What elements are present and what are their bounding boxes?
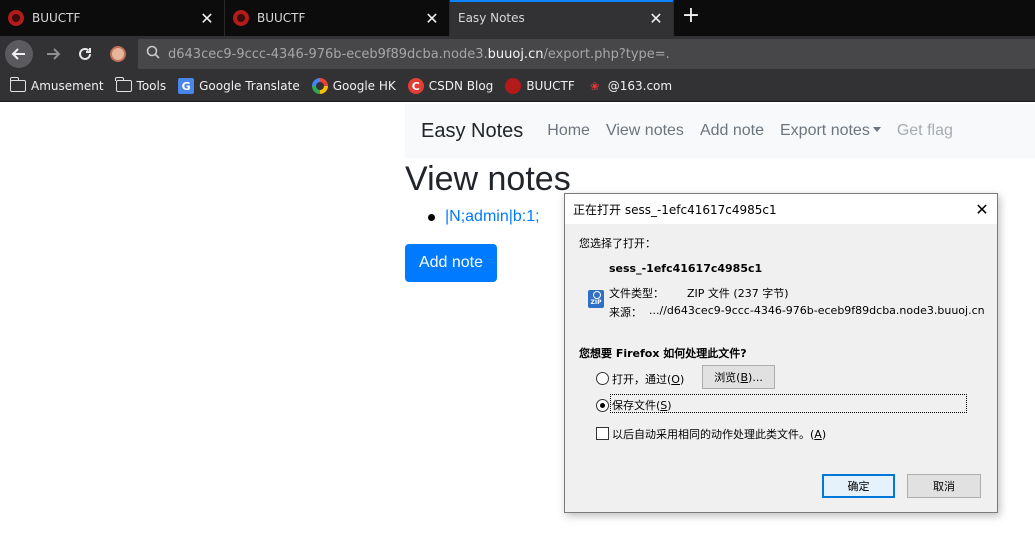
url-bar[interactable]: d643cec9-9ccc-4346-976b-eceb9f89dcba.nod… [138, 39, 1035, 69]
ok-button[interactable]: 确定 [822, 474, 895, 498]
download-dialog: 正在打开 sess_-1efc41617c4985c1 ✕ 您选择了打开： ZI… [564, 193, 998, 513]
google-icon [311, 78, 328, 94]
file-type-label: 文件类型： [609, 287, 664, 300]
bookmark-google-translate[interactable]: G Google Translate [178, 78, 300, 94]
cancel-button[interactable]: 取消 [907, 474, 981, 498]
url-text: d643cec9-9ccc-4346-976b-eceb9f89dcba.nod… [168, 46, 670, 62]
tab-title: Easy Notes [458, 11, 525, 25]
file-name: sess_-1efc41617c4985c1 [609, 262, 763, 275]
netease-icon: ❀ [590, 79, 600, 93]
auto-action-checkbox[interactable] [596, 427, 609, 440]
source-label: 来源： [609, 306, 642, 319]
tab-buuctf-2[interactable]: BUUCTF ✕ [225, 0, 450, 36]
browser-toolbar: d643cec9-9ccc-4346-976b-eceb9f89dcba.nod… [0, 36, 1035, 71]
nav-get-flag[interactable]: Get flag [897, 122, 953, 140]
bookmark-buuctf[interactable]: BUUCTF [505, 78, 575, 94]
add-note-button[interactable]: Add note [405, 244, 497, 282]
tab-close-icon[interactable]: ✕ [196, 9, 218, 28]
back-arrow-icon[interactable] [5, 40, 33, 68]
bookmark-amusement[interactable]: Amusement [9, 77, 104, 94]
reload-icon[interactable] [71, 40, 99, 68]
nav-home[interactable]: Home [547, 122, 590, 140]
page-title: View notes [405, 160, 571, 198]
bullet-icon [428, 213, 435, 221]
tab-strip: BUUCTF ✕ BUUCTF ✕ Easy Notes ✕ + [0, 0, 1035, 36]
tab-buuctf-1[interactable]: BUUCTF ✕ [0, 0, 225, 36]
site-brand[interactable]: Easy Notes [421, 120, 523, 143]
buuctf-favicon-icon [233, 10, 249, 26]
site-navbar: Easy Notes Home View notes Add note Expo… [405, 104, 1035, 158]
tab-close-icon[interactable]: ✕ [645, 9, 667, 28]
bookmarks-bar: Amusement Tools G Google Translate Googl… [0, 71, 1035, 102]
tab-title: BUUCTF [257, 11, 306, 25]
folder-icon [9, 77, 26, 94]
forward-arrow-icon[interactable] [39, 40, 67, 68]
new-tab-icon[interactable]: + [678, 4, 704, 30]
save-file-label[interactable]: 保存文件(S) [612, 397, 672, 413]
csdn-icon: C [407, 78, 424, 94]
browse-button[interactable]: 浏览(B)... [702, 365, 775, 389]
list-item[interactable]: |N;admin|b:1; [428, 208, 540, 226]
bookmark-csdn-blog[interactable]: C CSDN Blog [407, 78, 493, 94]
extension-icon[interactable] [104, 40, 132, 68]
dialog-body: 您选择了打开： ZIP sess_-1efc41617c4985c1 文件类型：… [565, 224, 997, 512]
open-with-radio[interactable] [596, 372, 609, 385]
dialog-titlebar: 正在打开 sess_-1efc41617c4985c1 ✕ [565, 194, 997, 224]
close-icon[interactable]: ✕ [967, 200, 997, 219]
bookmark-google-hk[interactable]: Google HK [311, 78, 396, 94]
nav-view-notes[interactable]: View notes [606, 122, 684, 140]
bookmark-163[interactable]: ❀ @163.com [587, 78, 672, 94]
tab-easy-notes[interactable]: Easy Notes ✕ [450, 0, 674, 36]
dialog-title: 正在打开 sess_-1efc41617c4985c1 [573, 202, 777, 217]
bookmark-tools[interactable]: Tools [115, 77, 166, 94]
buuctf-icon [505, 78, 522, 94]
folder-icon [115, 77, 132, 94]
tab-title: BUUCTF [32, 11, 81, 25]
google-translate-icon: G [178, 78, 195, 94]
nav-add-note[interactable]: Add note [700, 122, 764, 140]
zip-file-icon: ZIP [588, 290, 604, 308]
you-chose-label: 您选择了打开： [579, 237, 656, 250]
file-type-value: ZIP 文件 (237 字节) [687, 287, 789, 300]
handle-question: 您想要 Firefox 如何处理此文件? [579, 347, 747, 360]
save-file-radio[interactable] [596, 399, 609, 412]
search-icon [138, 45, 168, 63]
source-value: ...//d643cec9-9ccc-4346-976b-eceb9f89dcb… [649, 304, 985, 317]
auto-action-label[interactable]: 以后自动采用相同的动作处理此类文件。(A) [612, 426, 826, 442]
caret-down-icon [872, 127, 881, 132]
notes-list: |N;admin|b:1; [428, 208, 540, 226]
nav-export-notes-dropdown[interactable]: Export notes [780, 122, 881, 140]
note-link[interactable]: |N;admin|b:1; [445, 208, 540, 226]
tab-close-icon[interactable]: ✕ [421, 9, 443, 28]
buuctf-favicon-icon [8, 10, 24, 26]
open-with-label[interactable]: 打开，通过(O) [612, 371, 684, 387]
